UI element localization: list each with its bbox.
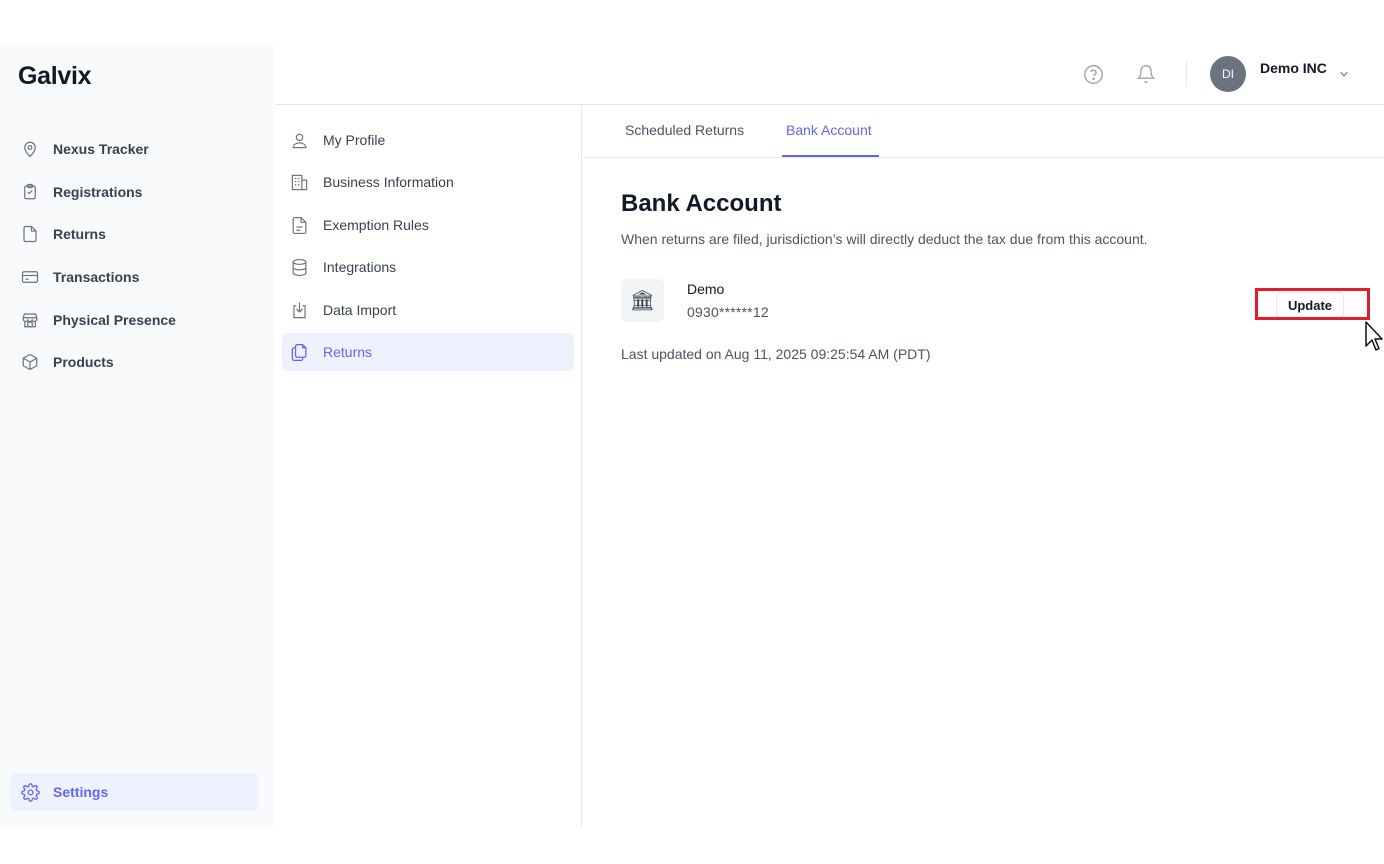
logo: Galvix (18, 62, 92, 90)
sidebar-item-nexus-tracker[interactable]: Nexus Tracker (0, 128, 275, 171)
sidebar-item-label: Products (53, 354, 114, 371)
subnav-item-returns[interactable]: Returns (282, 333, 574, 371)
bank-icon: 🏛 (621, 279, 664, 322)
sidebar-item-settings[interactable]: Settings (10, 773, 258, 811)
box-icon (20, 352, 40, 372)
tab-bar: Scheduled Returns Bank Account (583, 105, 1384, 158)
subnav-item-data-import[interactable]: Data Import (282, 291, 574, 329)
app-root: Galvix Nexus Tracker Registrations Retur… (0, 45, 1384, 827)
download-icon (289, 300, 309, 320)
sidebar-item-label: Physical Presence (53, 311, 176, 328)
subnav-item-label: Data Import (323, 302, 397, 318)
sidebar-item-label: Returns (53, 226, 106, 243)
chevron-down-icon[interactable] (1337, 67, 1351, 81)
active-tab-indicator (782, 155, 879, 157)
sidebar-item-label: Registrations (53, 183, 143, 200)
bell-icon[interactable] (1135, 63, 1157, 85)
sidebar-item-label: Settings (53, 784, 109, 800)
page-title: Bank Account (621, 190, 782, 217)
sidebar-item-returns[interactable]: Returns (0, 213, 275, 256)
clipboard-icon (20, 182, 40, 202)
last-updated-text: Last updated on Aug 11, 2025 09:25:54 AM… (621, 346, 931, 362)
document-icon (289, 215, 309, 235)
mouse-cursor-icon (1365, 321, 1383, 351)
subnav-item-integrations[interactable]: Integrations (282, 248, 574, 286)
org-name[interactable]: Demo INC (1260, 60, 1327, 76)
avatar[interactable]: DI (1210, 56, 1246, 92)
main-content: Scheduled Returns Bank Account Bank Acco… (583, 105, 1384, 827)
top-header: DI Demo INC (275, 45, 1384, 105)
sidebar-item-products[interactable]: Products (0, 341, 275, 384)
sidebar: Galvix Nexus Tracker Registrations Retur… (0, 45, 275, 827)
copy-icon (289, 342, 309, 362)
subnav-item-exemption-rules[interactable]: Exemption Rules (282, 206, 574, 244)
sidebar-item-registrations[interactable]: Registrations (0, 171, 275, 214)
page-description: When returns are filed, jurisdiction’s w… (621, 231, 1148, 247)
sidebar-item-label: Nexus Tracker (53, 141, 149, 158)
database-icon (289, 257, 309, 277)
building-icon (289, 172, 309, 192)
update-button[interactable]: Update (1276, 292, 1344, 318)
bank-account-number: 0930******12 (687, 304, 769, 320)
sidebar-item-label: Transactions (53, 269, 140, 286)
subnav-item-label: Exemption Rules (323, 217, 429, 233)
tab-bank-account[interactable]: Bank Account (786, 122, 872, 138)
sidebar-item-transactions[interactable]: Transactions (0, 256, 275, 299)
bank-account-name: Demo (687, 281, 725, 297)
subnav-item-label: My Profile (323, 132, 386, 148)
subnav-item-label: Integrations (323, 259, 397, 275)
user-icon (289, 130, 309, 150)
help-circle-icon[interactable] (1082, 63, 1104, 85)
map-pin-icon (20, 139, 40, 159)
main-nav: Nexus Tracker Registrations Returns Tran… (0, 128, 275, 384)
tab-scheduled-returns[interactable]: Scheduled Returns (625, 122, 744, 138)
subnav-item-label: Returns (323, 344, 373, 360)
header-divider (1186, 61, 1187, 87)
subnav-item-my-profile[interactable]: My Profile (282, 121, 574, 159)
subnav-item-label: Business Information (323, 174, 454, 190)
sidebar-item-physical-presence[interactable]: Physical Presence (0, 298, 275, 341)
credit-card-icon (20, 267, 40, 287)
file-icon (20, 224, 40, 244)
subnav-item-business-information[interactable]: Business Information (282, 163, 574, 201)
settings-subnav: My Profile Business Information Exemptio… (275, 105, 582, 827)
storefront-icon (20, 310, 40, 330)
gear-icon (20, 782, 40, 802)
